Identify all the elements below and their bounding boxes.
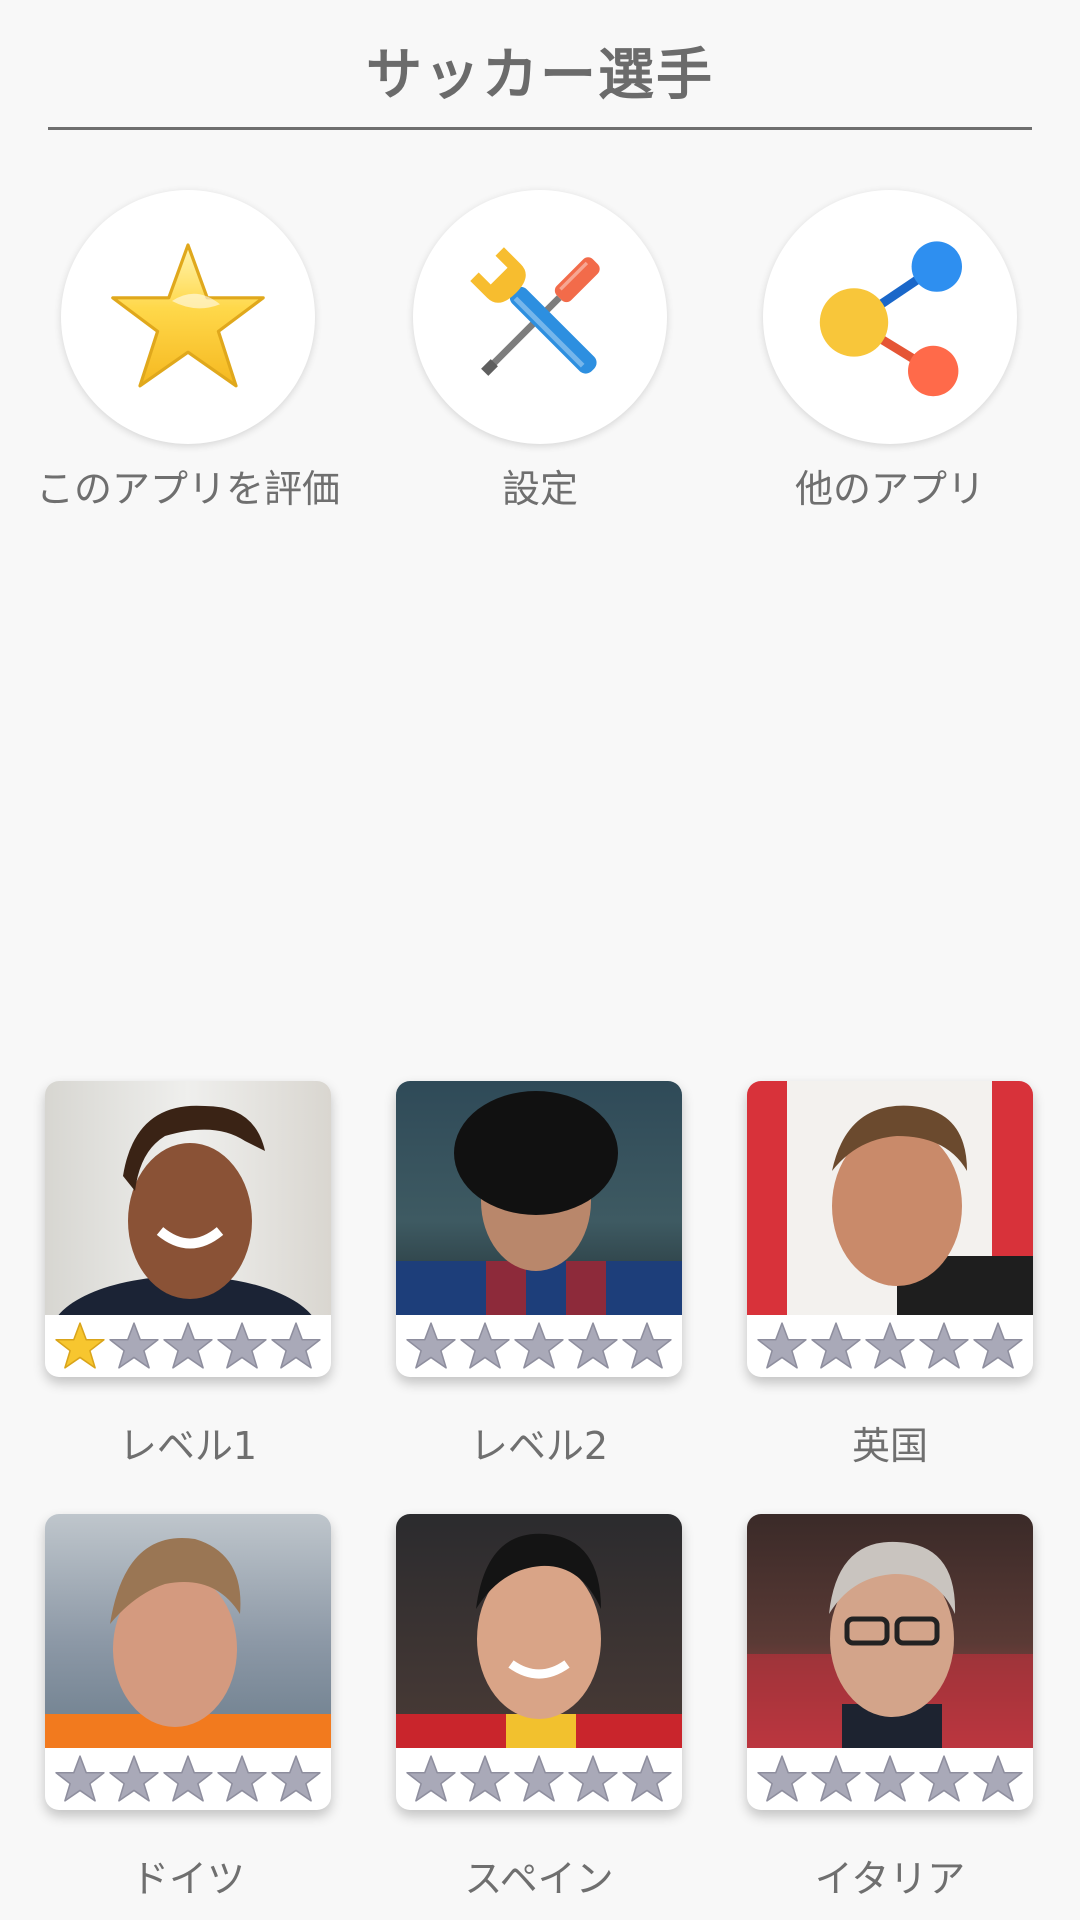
- star-empty-icon: [109, 1322, 159, 1369]
- star-empty-icon: [865, 1755, 915, 1802]
- star-empty-icon: [973, 1755, 1023, 1802]
- star-empty-icon: [865, 1322, 915, 1369]
- other-apps-button[interactable]: 他のアプリ: [715, 190, 1065, 514]
- level-card-5[interactable]: スペイン: [396, 1514, 682, 1903]
- player-photo: [396, 1514, 682, 1748]
- settings-button[interactable]: 設定: [365, 190, 715, 514]
- level-label: イタリア: [814, 1857, 966, 1901]
- star-empty-icon: [568, 1322, 618, 1369]
- star-rating: [396, 1748, 682, 1810]
- level-tile[interactable]: [45, 1514, 331, 1810]
- level-card-1[interactable]: レベル1: [45, 1081, 331, 1470]
- star-empty-icon: [109, 1755, 159, 1802]
- star-empty-icon: [460, 1322, 510, 1369]
- title-divider: [48, 127, 1032, 130]
- level-tile[interactable]: [396, 1081, 682, 1377]
- star-empty-icon: [406, 1755, 456, 1802]
- star-empty-icon: [460, 1755, 510, 1802]
- settings-label: 設定: [501, 467, 578, 511]
- star-empty-icon: [406, 1322, 456, 1369]
- star-icon: [111, 243, 265, 388]
- star-empty-icon: [919, 1755, 969, 1802]
- level-label: スペイン: [464, 1857, 614, 1901]
- player-photo: [396, 1081, 682, 1315]
- star-empty-icon: [514, 1322, 564, 1369]
- rate-app-button[interactable]: このアプリを評価: [13, 190, 363, 514]
- level-tile[interactable]: [45, 1081, 331, 1377]
- player-photo: [747, 1514, 1033, 1748]
- star-empty-icon: [622, 1322, 672, 1369]
- level-card-3[interactable]: 英国: [747, 1081, 1033, 1470]
- star-rating: [45, 1315, 331, 1377]
- level-card-6[interactable]: イタリア: [747, 1514, 1033, 1903]
- star-empty-icon: [811, 1755, 861, 1802]
- star-empty-icon: [55, 1755, 105, 1802]
- star-empty-icon: [271, 1755, 321, 1802]
- player-photo: [45, 1081, 331, 1315]
- star-rating: [747, 1748, 1033, 1810]
- level-card-2[interactable]: レベル2: [396, 1081, 682, 1470]
- star-empty-icon: [757, 1755, 807, 1802]
- rate-app-label: このアプリを評価: [35, 467, 340, 511]
- player-photo: [45, 1514, 331, 1748]
- page-title: サッカー選手: [366, 43, 714, 108]
- player-photo: [747, 1081, 1033, 1315]
- rate-app-circle[interactable]: [61, 190, 315, 444]
- level-label: ドイツ: [130, 1857, 245, 1901]
- share-icon: [819, 241, 962, 397]
- star-empty-icon: [919, 1322, 969, 1369]
- star-rating: [45, 1748, 331, 1810]
- tools-icon: [470, 247, 600, 376]
- level-card-4[interactable]: ドイツ: [45, 1514, 331, 1903]
- star-empty-icon: [622, 1755, 672, 1802]
- star-rating: [747, 1315, 1033, 1377]
- star-empty-icon: [271, 1322, 321, 1369]
- level-label: 英国: [851, 1424, 928, 1468]
- level-label: レベル2: [469, 1424, 609, 1468]
- star-rating: [396, 1315, 682, 1377]
- star-empty-icon: [514, 1755, 564, 1802]
- level-tile[interactable]: [747, 1081, 1033, 1377]
- star-filled-icon: [55, 1322, 105, 1369]
- level-tile[interactable]: [747, 1514, 1033, 1810]
- level-label: レベル1: [118, 1424, 258, 1468]
- other-apps-label: 他のアプリ: [794, 467, 985, 511]
- star-empty-icon: [568, 1755, 618, 1802]
- star-empty-icon: [811, 1322, 861, 1369]
- star-empty-icon: [217, 1755, 267, 1802]
- star-empty-icon: [217, 1322, 267, 1369]
- star-empty-icon: [973, 1322, 1023, 1369]
- star-empty-icon: [163, 1755, 213, 1802]
- star-empty-icon: [757, 1322, 807, 1369]
- other-apps-circle[interactable]: [763, 190, 1017, 444]
- star-empty-icon: [163, 1322, 213, 1369]
- level-tile[interactable]: [396, 1514, 682, 1810]
- settings-circle[interactable]: [413, 190, 667, 444]
